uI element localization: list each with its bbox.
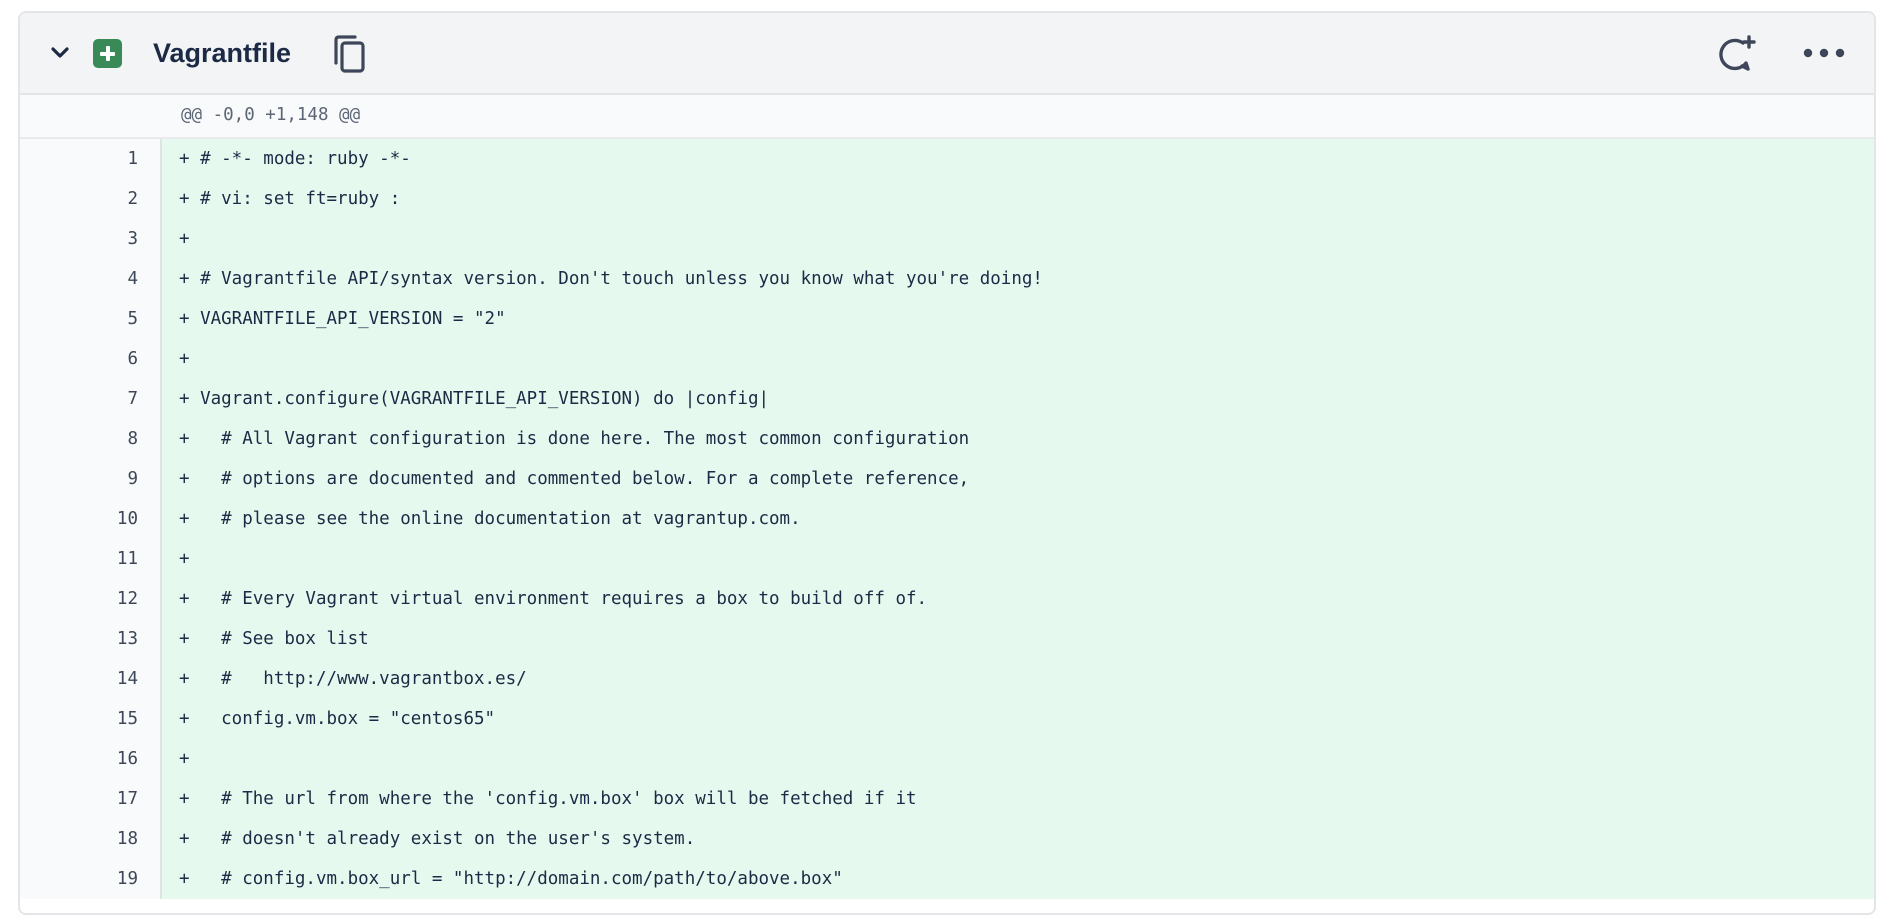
chevron-down-icon[interactable] bbox=[48, 41, 72, 65]
line-code: + # http://www.vagrantbox.es/ bbox=[162, 659, 1874, 699]
line-number[interactable]: 1 bbox=[20, 139, 162, 179]
line-code: + # -*- mode: ruby -*- bbox=[162, 139, 1874, 179]
diff-line: 19 + # config.vm.box_url = "http://domain… bbox=[20, 859, 1874, 899]
line-number[interactable]: 10 bbox=[20, 499, 162, 539]
line-code: + # Every Vagrant virtual environment re… bbox=[162, 579, 1874, 619]
diff-line: 5 + VAGRANTFILE_API_VERSION = "2" bbox=[20, 299, 1874, 339]
line-number[interactable]: 7 bbox=[20, 379, 162, 419]
diff-line: 4 + # Vagrantfile API/syntax version. Don… bbox=[20, 259, 1874, 299]
line-code: + bbox=[162, 539, 1874, 579]
hunk-header: @@ -0,0 +1,148 @@ bbox=[20, 95, 1874, 139]
line-code: + bbox=[162, 739, 1874, 779]
diff-line: 6 + bbox=[20, 339, 1874, 379]
more-icon[interactable] bbox=[1802, 41, 1846, 65]
line-number[interactable]: 5 bbox=[20, 299, 162, 339]
diff-line: 13 + # See box list bbox=[20, 619, 1874, 659]
line-number[interactable]: 14 bbox=[20, 659, 162, 699]
line-number[interactable]: 16 bbox=[20, 739, 162, 779]
diff-line: 9 + # options are documented and commente… bbox=[20, 459, 1874, 499]
line-code: + # doesn't already exist on the user's … bbox=[162, 819, 1874, 859]
line-number[interactable]: 3 bbox=[20, 219, 162, 259]
line-code: + # All Vagrant configuration is done he… bbox=[162, 419, 1874, 459]
diff-line: 10 + # please see the online documentatio… bbox=[20, 499, 1874, 539]
line-number[interactable]: 17 bbox=[20, 779, 162, 819]
file-added-icon bbox=[93, 39, 122, 68]
line-code: + # options are documented and commented… bbox=[162, 459, 1874, 499]
line-number[interactable]: 19 bbox=[20, 859, 162, 899]
diff-line: 3 + bbox=[20, 219, 1874, 259]
line-code: + config.vm.box = "centos65" bbox=[162, 699, 1874, 739]
line-number[interactable]: 2 bbox=[20, 179, 162, 219]
line-code: + # config.vm.box_url = "http://domain.c… bbox=[162, 859, 1874, 899]
line-number[interactable]: 13 bbox=[20, 619, 162, 659]
comment-add-icon[interactable] bbox=[1716, 33, 1758, 75]
line-code: + VAGRANTFILE_API_VERSION = "2" bbox=[162, 299, 1874, 339]
diff-lines: 1 + # -*- mode: ruby -*- 2 + # vi: set ft=r… bbox=[20, 139, 1874, 899]
line-code: + # vi: set ft=ruby : bbox=[162, 179, 1874, 219]
line-number[interactable]: 11 bbox=[20, 539, 162, 579]
line-number[interactable]: 4 bbox=[20, 259, 162, 299]
diff-line: 1 + # -*- mode: ruby -*- bbox=[20, 139, 1874, 179]
file-name[interactable]: Vagrantfile bbox=[153, 35, 291, 71]
line-number[interactable]: 6 bbox=[20, 339, 162, 379]
hunk-range: @@ -0,0 +1,148 @@ bbox=[181, 105, 361, 125]
line-code: + Vagrant.configure(VAGRANTFILE_API_VERS… bbox=[162, 379, 1874, 419]
line-number[interactable]: 9 bbox=[20, 459, 162, 499]
diff-line: 14 + # http://www.vagrantbox.es/ bbox=[20, 659, 1874, 699]
line-number[interactable]: 15 bbox=[20, 699, 162, 739]
diff-line: 18 + # doesn't already exist on the user'… bbox=[20, 819, 1874, 859]
file-header: Vagrantfile bbox=[20, 13, 1874, 95]
diff-line: 17 + # The url from where the 'config.vm.… bbox=[20, 779, 1874, 819]
line-code: + bbox=[162, 339, 1874, 379]
line-code: + # Vagrantfile API/syntax version. Don'… bbox=[162, 259, 1874, 299]
diff-line: 11 + bbox=[20, 539, 1874, 579]
line-number[interactable]: 18 bbox=[20, 819, 162, 859]
line-number[interactable]: 12 bbox=[20, 579, 162, 619]
diff-line: 16 + bbox=[20, 739, 1874, 779]
diff-line: 15 + config.vm.box = "centos65" bbox=[20, 699, 1874, 739]
diff-line: 7 + Vagrant.configure(VAGRANTFILE_API_VER… bbox=[20, 379, 1874, 419]
diff-line: 12 + # Every Vagrant virtual environment … bbox=[20, 579, 1874, 619]
diff-line: 8 + # All Vagrant configuration is done h… bbox=[20, 419, 1874, 459]
line-code: + # The url from where the 'config.vm.bo… bbox=[162, 779, 1874, 819]
diff-file-card: Vagrantfile @@ -0,0 +1,148 @@ 1 + # -*- m… bbox=[18, 11, 1876, 915]
copy-icon[interactable] bbox=[333, 35, 367, 73]
line-code: + # please see the online documentation … bbox=[162, 499, 1874, 539]
line-number[interactable]: 8 bbox=[20, 419, 162, 459]
line-code: + bbox=[162, 219, 1874, 259]
diff-line: 2 + # vi: set ft=ruby : bbox=[20, 179, 1874, 219]
line-code: + # See box list bbox=[162, 619, 1874, 659]
